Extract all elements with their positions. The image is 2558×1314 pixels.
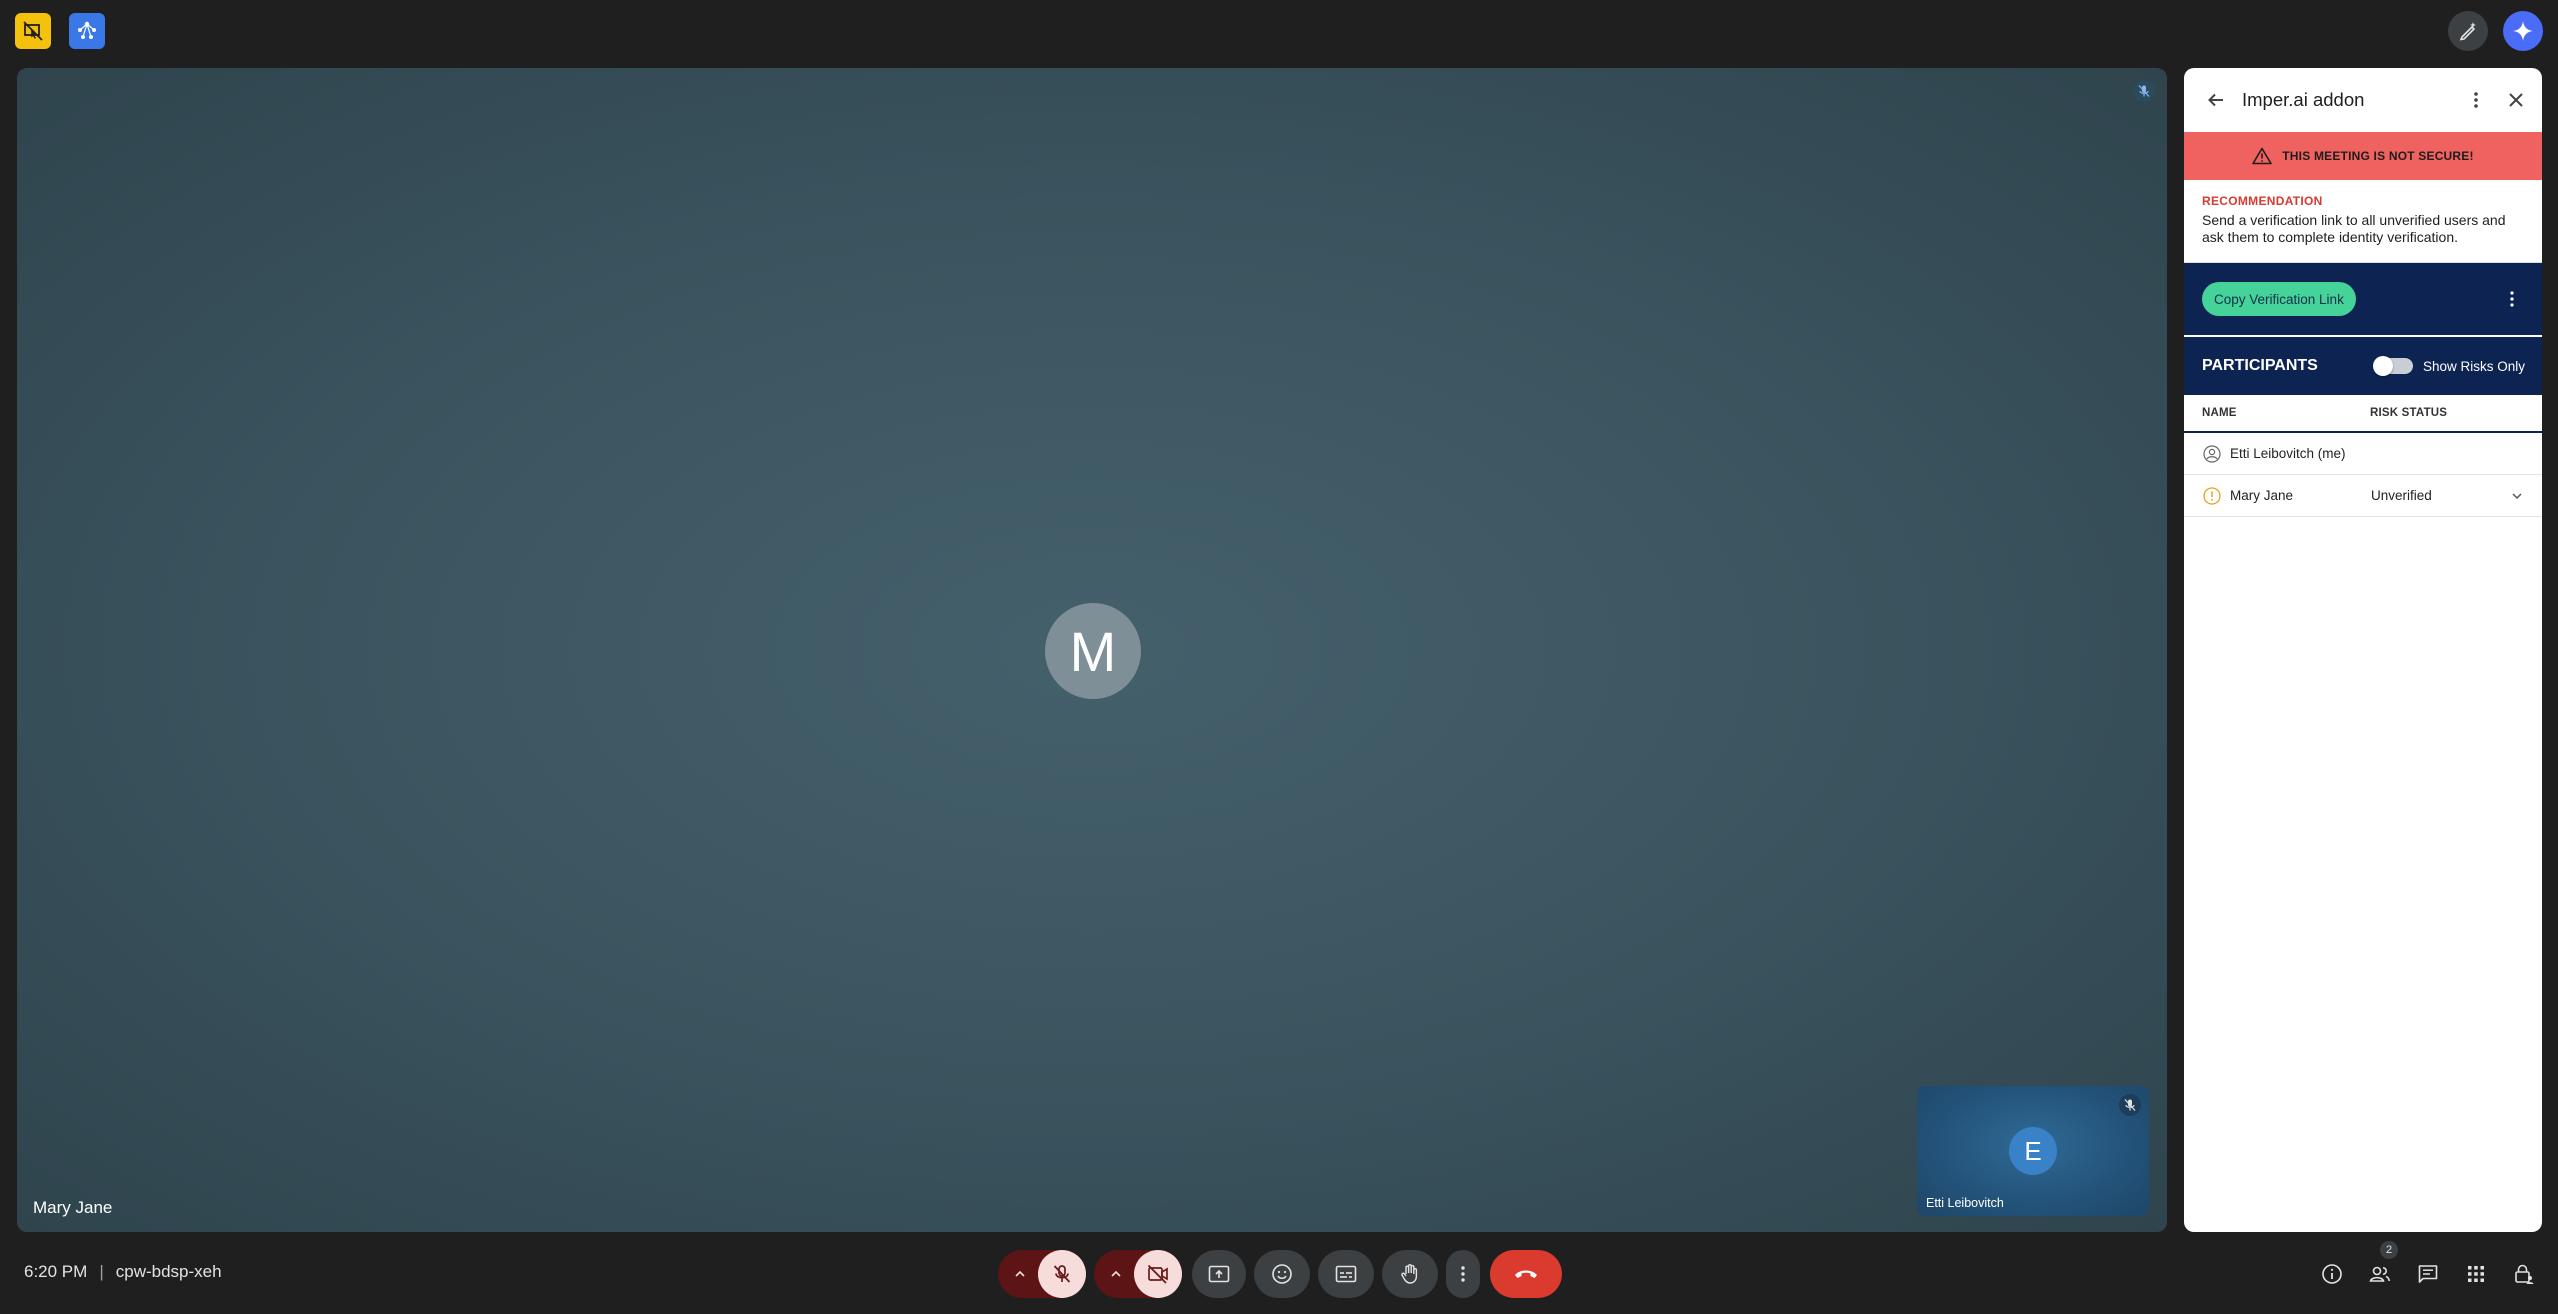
panel-close-button[interactable] [2496,80,2536,120]
show-risks-toggle[interactable] [2372,356,2413,376]
people-icon [2369,1266,2391,1282]
present-to-all-icon [1208,1265,1230,1283]
self-muted-indicator [2119,1094,2141,1116]
self-name-label: Etti Leibovitch [1926,1196,2004,1210]
camera-toggle-button[interactable] [1134,1250,1182,1298]
organization-app-icon[interactable] [69,13,105,49]
security-warning-text: THIS MEETING IS NOT SECURE! [2282,149,2474,163]
action-more-button[interactable] [2492,279,2532,319]
more-vert-icon [1461,1266,1465,1282]
activities-button[interactable] [2456,1254,2496,1294]
alert-clock-icon [2203,486,2221,505]
leave-call-button[interactable] [1490,1250,1562,1298]
closed-caption-icon [1335,1265,1357,1283]
more-vert-icon [2510,291,2514,307]
gemini-sparkle-icon [2513,21,2533,41]
action-bar: Copy Verification Link [2184,263,2542,337]
edit-button[interactable] [2448,11,2488,51]
self-video-tile[interactable]: E Etti Leibovitch [1917,1086,2149,1216]
column-risk-status: RISK STATUS [2370,407,2448,419]
organization-icon [78,21,96,39]
apps-grid-icon [2468,1266,2484,1282]
participants-table-header: NAME RISK STATUS [2184,395,2542,433]
meeting-details-button[interactable] [2312,1254,2352,1294]
videocam-off-icon [1147,1264,1168,1284]
hide-cursor-app-icon[interactable] [15,13,51,49]
person-icon [2203,444,2221,463]
close-icon [2509,93,2523,107]
arrow-back-icon [2208,93,2223,107]
raise-hand-button[interactable] [1382,1250,1438,1298]
hide-cursor-icon [23,21,43,41]
panel-header: Imper.ai addon [2184,68,2542,132]
hand-icon [1401,1264,1418,1284]
chevron-up-icon [1015,1270,1025,1277]
meeting-code: cpw-bdsp-xeh [115,1262,222,1281]
participant-name: Mary Jane [2230,488,2294,503]
warning-triangle-icon [2252,147,2273,165]
call-end-icon [1515,1270,1537,1278]
people-button[interactable] [2360,1254,2400,1294]
emoji-icon [1272,1264,1292,1284]
panel-more-button[interactable] [2456,80,2496,120]
microphone-toggle-button[interactable] [1038,1250,1086,1298]
participants-title: PARTICIPANTS [2202,357,2318,374]
chat-button[interactable] [2408,1254,2448,1294]
captions-button[interactable] [1318,1250,1374,1298]
participants-header: PARTICIPANTS Show Risks Only [2184,337,2542,395]
participant-avatar: M [1045,603,1141,699]
recommendation-text: Send a verification link to all unverifi… [2202,212,2506,245]
chevron-down-icon[interactable] [2511,490,2523,502]
audio-options-button[interactable] [1000,1250,1040,1298]
recommendation-section: RECOMMENDATION Send a verification link … [2184,180,2542,263]
security-warning-banner: THIS MEETING IS NOT SECURE! [2184,132,2542,180]
mic-off-icon [1053,1265,1071,1283]
panel-title: Imper.ai addon [2242,89,2365,110]
participant-row[interactable]: Mary Jane Unverified [2184,475,2542,517]
chevron-up-icon [1111,1270,1121,1277]
pencil-sparkle-icon [2459,22,2476,41]
video-options-button[interactable] [1096,1250,1136,1298]
imper-addon-panel: Imper.ai addon THIS MEETING IS NOT SECUR… [2184,68,2542,1232]
toggle-knob [2372,356,2393,376]
show-risks-label: Show Risks Only [2422,358,2525,374]
more-options-button[interactable] [1446,1250,1480,1298]
gemini-button[interactable] [2503,11,2543,51]
more-vert-icon [2474,92,2478,108]
column-name: NAME [2202,407,2237,419]
mic-off-icon [2138,85,2150,97]
speaker-muted-indicator [2133,80,2155,102]
present-screen-button[interactable] [1192,1250,1246,1298]
lock-person-icon [2515,1264,2534,1284]
participant-name: Etti Leibovitch (me) [2230,446,2346,461]
host-controls-button[interactable] [2504,1254,2544,1294]
chat-icon [2418,1265,2438,1283]
participant-row: Etti Leibovitch (me) [2184,433,2542,475]
back-button[interactable] [2196,80,2236,120]
recommendation-title: RECOMMENDATION [2202,194,2323,208]
mic-off-icon [2124,1099,2136,1111]
risk-status-value: Unverified [2371,488,2432,503]
main-video-stage: M Mary Jane [17,68,2167,1232]
copy-verification-link-button[interactable]: Copy Verification Link [2202,282,2356,316]
participant-name-label: Mary Jane [33,1198,113,1217]
separator: | [99,1262,104,1281]
reactions-button[interactable] [1254,1250,1310,1298]
meeting-info: 6:20 PM | cpw-bdsp-xeh [24,1262,222,1282]
current-time: 6:20 PM [24,1262,88,1281]
self-avatar: E [2009,1127,2057,1175]
info-icon [2322,1264,2342,1284]
participants-count-badge: 2 [2380,1241,2398,1259]
